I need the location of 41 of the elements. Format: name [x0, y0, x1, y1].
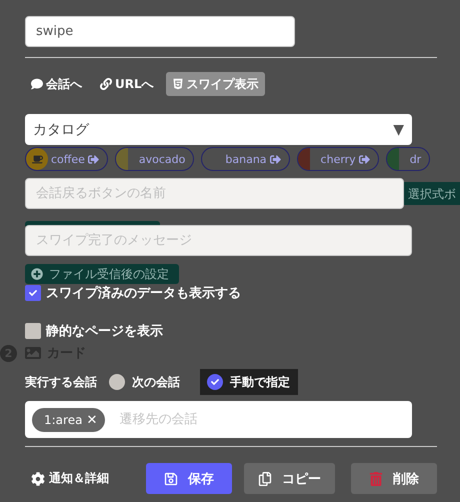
- save-icon: [164, 472, 178, 486]
- exit-icon: [358, 154, 370, 164]
- catalog-chip[interactable]: cherry: [296, 147, 379, 171]
- html5-icon: [172, 78, 184, 90]
- copy-button[interactable]: コピー: [244, 463, 335, 494]
- name-field[interactable]: swipe: [25, 16, 295, 47]
- delete-button[interactable]: 削除: [351, 463, 437, 494]
- plus-icon: [31, 268, 43, 280]
- file-settings-button[interactable]: ファイル受信後の設定: [25, 264, 179, 284]
- exit-icon: [88, 154, 99, 164]
- link-icon: [100, 78, 112, 90]
- checkbox[interactable]: [25, 323, 41, 339]
- radio-option[interactable]: 次の会話: [109, 369, 188, 395]
- catalog-select[interactable]: カタログ ▼: [25, 114, 412, 145]
- checkbox[interactable]: [25, 285, 41, 301]
- choice-tag: 選択式ボ: [404, 182, 460, 205]
- settings-icon: [31, 472, 45, 486]
- catalog-chip[interactable]: coffee: [25, 147, 108, 171]
- checkbox-option[interactable]: スワイプ済みのデータも表示する: [25, 284, 460, 302]
- target-conversation-field[interactable]: 1:area ✕ 遷移先の会話: [25, 401, 412, 438]
- copy-icon: [258, 472, 272, 486]
- exit-icon: [270, 154, 281, 164]
- image-icon: [25, 345, 41, 361]
- conversation-tag: 1:area ✕: [32, 408, 106, 432]
- catalog-chip[interactable]: dr: [386, 147, 430, 171]
- check-icon: [29, 289, 37, 297]
- nav-link[interactable]: 会話へ: [25, 72, 88, 96]
- save-button[interactable]: 保存: [146, 463, 232, 494]
- conversation-label: 実行する会話: [25, 374, 97, 390]
- trash-icon: [369, 472, 383, 486]
- catalog-chip[interactable]: avocado: [114, 147, 194, 171]
- nav-link[interactable]: URLへ: [94, 72, 160, 96]
- remove-button[interactable]: ✕: [86, 412, 98, 427]
- check-icon: [211, 378, 219, 386]
- view-tab[interactable]: スワイプ表示: [166, 72, 265, 96]
- chat-icon: [31, 78, 43, 90]
- checkbox-option[interactable]: 静的なページを表示: [25, 322, 460, 340]
- caret-icon: ▼: [393, 122, 404, 138]
- catalog-chip[interactable]: banana: [201, 147, 290, 171]
- settings-link[interactable]: 通知＆詳細: [25, 470, 146, 487]
- radio-option[interactable]: 手動で指定: [200, 369, 298, 395]
